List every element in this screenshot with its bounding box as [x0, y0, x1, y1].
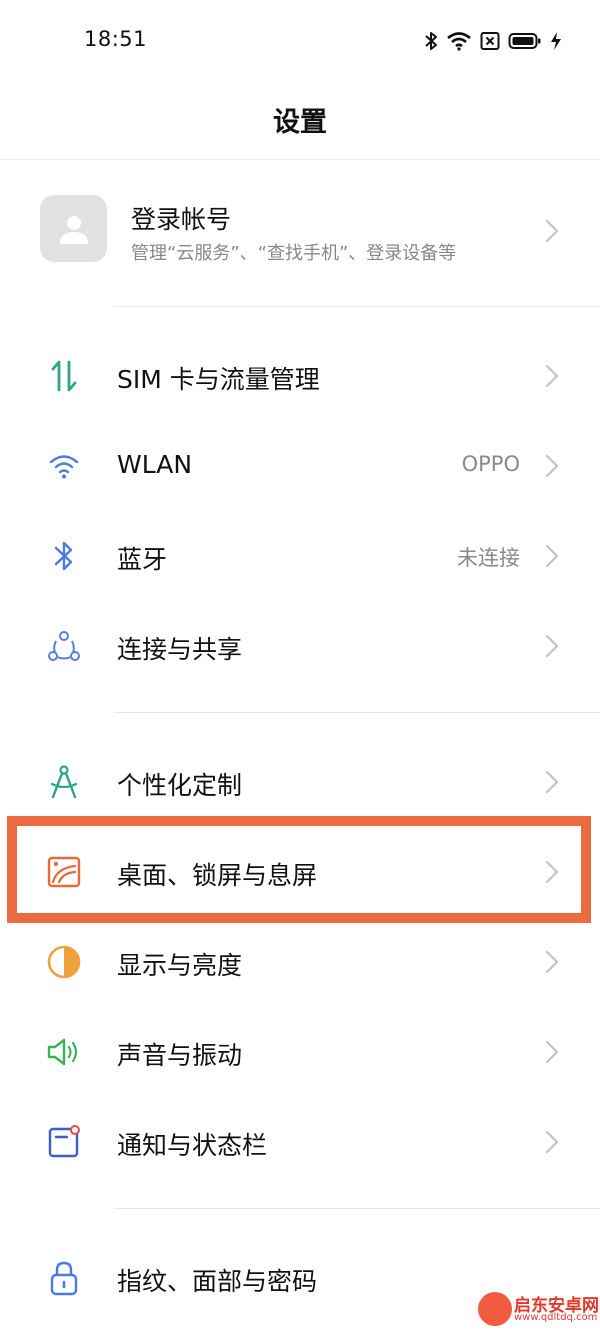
compass-personalize-icon: [44, 764, 84, 800]
highlight-box: [7, 816, 591, 923]
account-subtitle: 管理“云服务”、“查找手机”、登录设备等: [131, 243, 457, 264]
chevron-right-icon: [545, 1130, 559, 1154]
account-name: 登录帐号: [131, 205, 232, 234]
settings-item-label: 连接与共享: [117, 635, 243, 664]
section-divider: [114, 306, 600, 307]
status-time: 18:51: [84, 27, 148, 51]
no-sim-status-icon: [480, 32, 500, 50]
status-bar: 18:51: [0, 0, 600, 80]
watermark-icon: [478, 1292, 512, 1326]
settings-item-notifications-status-bar[interactable]: 通知与状态栏: [0, 1097, 600, 1187]
account-row[interactable]: 登录帐号 管理“云服务”、“查找手机”、登录设备等: [0, 160, 600, 305]
chevron-right-icon: [545, 634, 559, 658]
user-icon: [59, 215, 88, 244]
wifi-status-icon: [447, 32, 471, 51]
settings-item-label: 蓝牙: [117, 545, 168, 574]
settings-item-label: 个性化定制: [117, 771, 243, 800]
chevron-right-icon: [545, 950, 559, 974]
chevron-right-icon: [545, 770, 559, 794]
settings-item-sound-vibration[interactable]: 声音与振动: [0, 1007, 600, 1097]
settings-item-label: 声音与振动: [117, 1041, 243, 1070]
settings-item-label: 通知与状态栏: [117, 1131, 268, 1160]
status-icons: [424, 28, 562, 54]
settings-item-label: SIM 卡与流量管理: [117, 365, 320, 394]
section-divider: [114, 712, 600, 713]
notification-icon: [44, 1124, 84, 1160]
bluetooth-status-icon: [425, 32, 437, 50]
watermark-url: www.qdltdq.com: [514, 1312, 598, 1323]
settings-item-sim[interactable]: SIM 卡与流量管理: [0, 331, 600, 421]
chevron-right-icon: [545, 219, 559, 243]
settings-item-connection-sharing[interactable]: 连接与共享: [0, 601, 600, 691]
settings-item-personalization[interactable]: 个性化定制: [0, 737, 600, 827]
avatar: [40, 195, 107, 262]
chevron-right-icon: [545, 364, 559, 388]
settings-item-wlan[interactable]: WLAN OPPO: [0, 421, 600, 511]
settings-item-label: WLAN: [117, 450, 193, 479]
title-bar: 设置: [0, 80, 600, 160]
wifi-icon: [44, 448, 84, 484]
lock-icon: [44, 1260, 84, 1296]
brightness-icon: [44, 944, 84, 980]
page-title: 设置: [273, 107, 327, 138]
charging-status-icon: [551, 32, 561, 50]
watermark-logo: 启东安卓网 www.qdltdq.com: [478, 1284, 599, 1328]
connection-share-icon: [44, 628, 84, 664]
sim-data-arrows-icon: [44, 358, 84, 394]
settings-item-value: 未连接: [457, 546, 520, 570]
settings-item-label: 指纹、面部与密码: [117, 1267, 318, 1296]
settings-item-value: OPPO: [461, 452, 520, 476]
settings-item-label: 显示与亮度: [117, 951, 243, 980]
chevron-right-icon: [545, 1040, 559, 1064]
chevron-right-icon: [545, 544, 559, 568]
speaker-icon: [44, 1034, 84, 1070]
section-divider: [114, 1208, 600, 1209]
bluetooth-icon: [44, 538, 84, 574]
chevron-right-icon: [545, 454, 559, 478]
battery-status-icon: [508, 33, 541, 49]
settings-item-display-brightness[interactable]: 显示与亮度: [0, 917, 600, 1007]
settings-item-bluetooth[interactable]: 蓝牙 未连接: [0, 511, 600, 601]
